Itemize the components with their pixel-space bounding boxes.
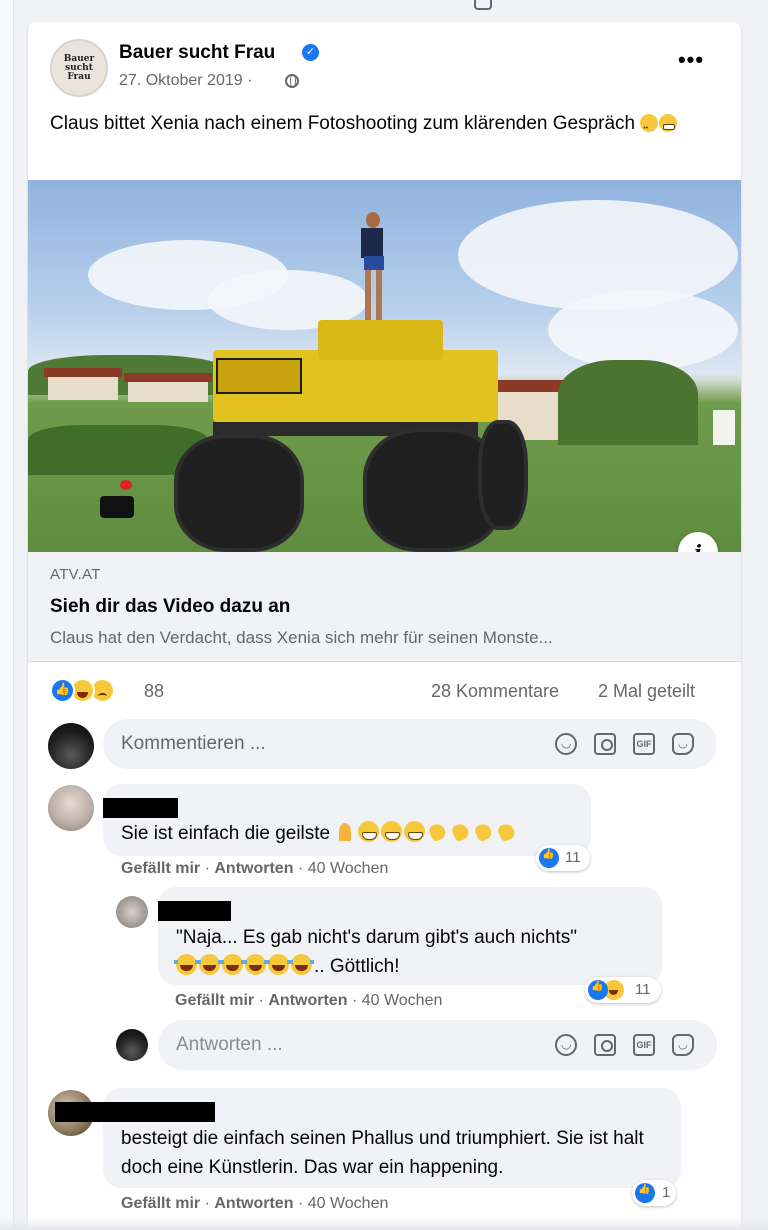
wave-emoji-icon: [496, 821, 517, 842]
emoji-icon[interactable]: [555, 1034, 577, 1056]
comment-reaction-pill[interactable]: 1: [632, 1180, 676, 1206]
grin-emoji-icon: [381, 821, 403, 842]
commenter-avatar[interactable]: [48, 785, 94, 831]
comment-text: Sie ist einfach die geilste: [121, 819, 519, 848]
reply-button[interactable]: Antworten: [214, 1195, 293, 1212]
link-domain: ATV.AT: [50, 566, 101, 583]
grimace-face-emoji-icon: [659, 114, 678, 132]
left-column-edge: [0, 0, 14, 1230]
tv-channel-logo: [100, 480, 138, 520]
comment-bubble: besteigt die einfach seinen Phallus und …: [55, 1088, 681, 1188]
reply-button[interactable]: Antworten: [214, 860, 293, 877]
joy-emoji-icon: [266, 954, 291, 975]
gif-icon[interactable]: GIF: [633, 1034, 655, 1056]
bottom-edge: [0, 1218, 768, 1230]
like-reaction-icon: [588, 980, 608, 1000]
page-avatar[interactable]: Bauer sucht Frau: [50, 39, 108, 97]
link-title[interactable]: Sieh dir das Video dazu an: [50, 596, 290, 618]
comment-text: besteigt die einfach seinen Phallus und …: [121, 1128, 644, 1178]
comment-actions: Gefällt mir · Antworten · 40 Wochen: [121, 1195, 389, 1212]
like-comment-button[interactable]: Gefällt mir: [121, 860, 200, 877]
post-timestamp[interactable]: 27. Oktober 2019 ·: [119, 72, 252, 90]
redacted-name: [55, 1102, 215, 1122]
comment-age[interactable]: · 40 Wochen: [298, 1195, 388, 1212]
joy-emoji-icon: [243, 954, 268, 975]
reaction-count: 1: [662, 1184, 671, 1201]
emoji-icon[interactable]: [555, 733, 577, 755]
page-name-link[interactable]: Bauer sucht Frau: [119, 42, 275, 64]
avatar-logo-text: Frau: [67, 71, 91, 82]
gif-icon[interactable]: GIF: [633, 733, 655, 755]
wave-emoji-icon: [450, 821, 471, 842]
like-comment-button[interactable]: Gefällt mir: [121, 1195, 200, 1212]
globe-icon: [285, 74, 299, 88]
redacted-name: [103, 798, 178, 818]
sad-face-emoji-icon: [640, 114, 659, 143]
comment-text-line: "Naja... Es gab nicht's darum gibt's auc…: [176, 927, 577, 948]
comments-count-link[interactable]: 28 Kommentare: [431, 681, 559, 702]
user-avatar[interactable]: [48, 723, 94, 769]
redacted-name: [158, 901, 231, 921]
sticker-icon[interactable]: [672, 1034, 694, 1056]
comment-input[interactable]: Kommentieren ...: [121, 733, 266, 755]
camera-icon[interactable]: [594, 733, 616, 755]
user-avatar[interactable]: [116, 1029, 148, 1061]
commenter-avatar[interactable]: [116, 896, 148, 928]
grin-emoji-icon: [358, 821, 380, 842]
joy-emoji-icon: [174, 954, 199, 975]
verified-badge-icon: ✓: [302, 44, 319, 61]
like-reaction-icon: [635, 1183, 655, 1203]
joy-emoji-icon: [197, 954, 222, 975]
link-preview-meta[interactable]: ATV.AT Sieh dir das Video dazu an Claus …: [28, 552, 741, 662]
grin-emoji-icon: [404, 821, 426, 842]
comment-reaction-pill[interactable]: 11: [536, 845, 590, 871]
like-comment-button[interactable]: Gefällt mir: [175, 992, 254, 1009]
reaction-count: 11: [565, 849, 581, 866]
comment-age[interactable]: · 40 Wochen: [298, 860, 388, 877]
comment-bubble: "Naja... Es gab nicht's darum gibt's auc…: [158, 887, 662, 985]
reaction-summary[interactable]: [50, 678, 134, 704]
like-reaction-icon: [539, 848, 559, 868]
post-text-content: Claus bittet Xenia nach einem Fotoshooti…: [50, 113, 636, 134]
reply-composer[interactable]: Antworten ... GIF: [158, 1020, 717, 1070]
reaction-count[interactable]: 88: [144, 681, 164, 702]
pray-emoji-icon: [335, 821, 356, 842]
shares-count-link[interactable]: 2 Mal geteilt: [598, 681, 695, 702]
comment-reaction-pill[interactable]: 11: [585, 977, 661, 1003]
comment-text-line: .. Göttlich!: [174, 952, 400, 981]
comment-bubble: Sie ist einfach die geilste: [103, 784, 591, 856]
reply-button[interactable]: Antworten: [268, 992, 347, 1009]
more-options-icon[interactable]: •••: [673, 49, 709, 78]
post-text: Claus bittet Xenia nach einem Fotoshooti…: [50, 110, 690, 143]
link-preview-image[interactable]: [28, 180, 741, 552]
link-description: Claus hat den Verdacht, dass Xenia sich …: [50, 628, 553, 647]
joy-emoji-icon: [220, 954, 245, 975]
joy-emoji-icon: [289, 954, 314, 975]
camera-icon[interactable]: [594, 1034, 616, 1056]
comment-composer[interactable]: Kommentieren ... GIF: [103, 719, 717, 769]
like-reaction-icon: [50, 678, 75, 703]
reaction-count: 11: [635, 981, 651, 998]
comment-actions: Gefällt mir · Antworten · 40 Wochen: [121, 860, 389, 877]
comment-age[interactable]: · 40 Wochen: [352, 992, 442, 1009]
post-card: Bauer sucht Frau Bauer sucht Frau ✓ 27. …: [28, 22, 741, 1230]
top-toolbar-icon: [474, 0, 492, 10]
reply-input[interactable]: Antworten ...: [176, 1034, 283, 1056]
wave-emoji-icon: [427, 821, 448, 842]
comment-actions: Gefällt mir · Antworten · 40 Wochen: [175, 992, 443, 1009]
sticker-icon[interactable]: [672, 733, 694, 755]
wave-emoji-icon: [473, 821, 494, 842]
